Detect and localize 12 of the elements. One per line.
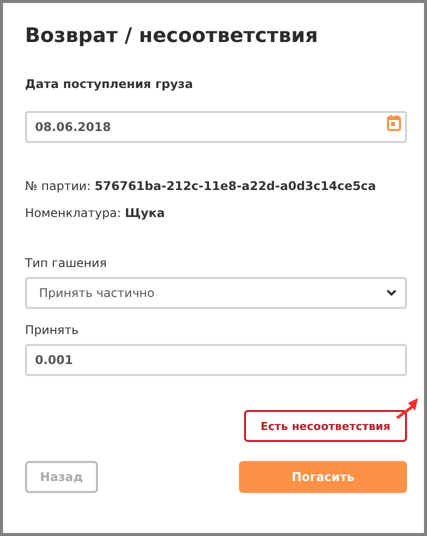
date-field[interactable]: 08.06.2018 [25, 111, 407, 143]
type-dropdown[interactable]: Принять частично [25, 277, 407, 309]
info-text: Номенклатура: Щука [25, 206, 166, 220]
mismatch-button[interactable]: Есть несоответствия [244, 410, 407, 442]
chevron-down-icon [386, 289, 397, 297]
field-label: Дата поступления груза [25, 77, 194, 91]
calendar-icon[interactable] [387, 115, 401, 131]
dialog-title: Возврат / несоответствия [25, 22, 319, 49]
accept-field[interactable]: 0.001 [25, 344, 407, 376]
field-label: Принять [25, 323, 80, 337]
info-text: № партии: 576761ba-212c-11e8-a22d-a0d3c14ce5ca [25, 179, 378, 193]
field-label: Тип гашения [25, 256, 108, 270]
